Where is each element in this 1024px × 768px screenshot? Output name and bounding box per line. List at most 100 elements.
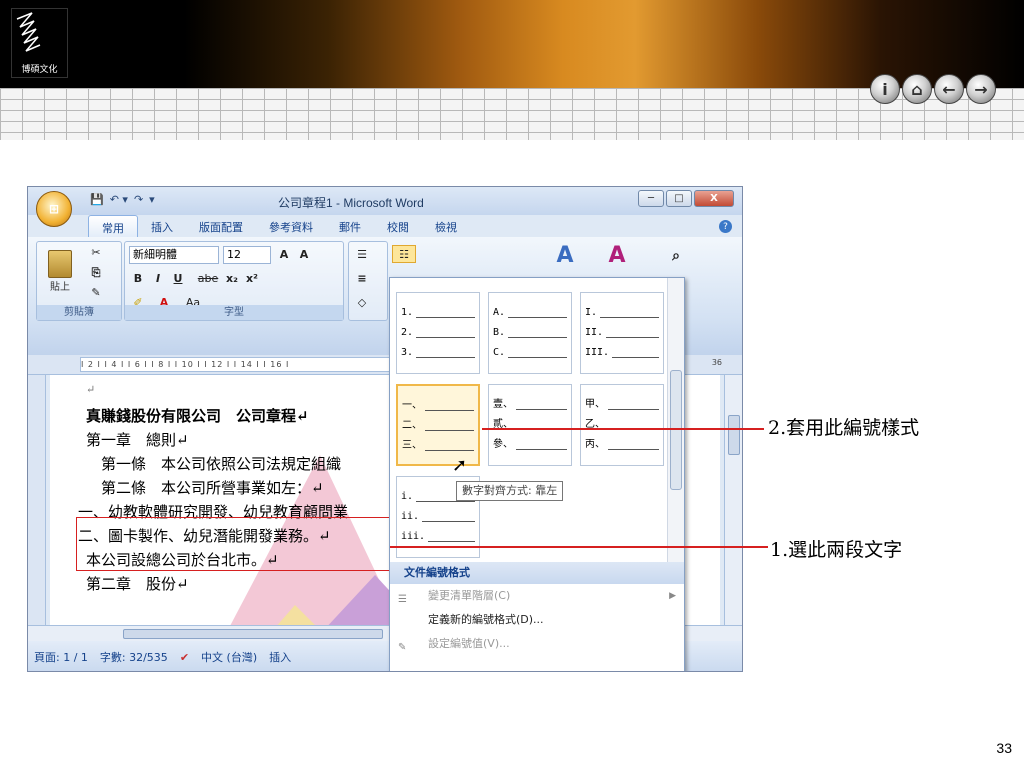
format-row: 甲、 bbox=[585, 399, 605, 410]
menu-change-list-level-label: 變更清單階層(C) bbox=[428, 589, 511, 602]
tab-mailings[interactable]: 郵件 bbox=[326, 215, 374, 237]
home-button[interactable]: ⌂ bbox=[902, 74, 932, 104]
format-painter-icon[interactable]: ✎ bbox=[87, 284, 105, 302]
minimize-button[interactable]: ─ bbox=[638, 190, 664, 207]
tab-insert[interactable]: 插入 bbox=[138, 215, 186, 237]
quick-access-toolbar: 💾 ↶ ▾ ↷ ▾ bbox=[90, 193, 155, 206]
paste-icon bbox=[48, 250, 72, 278]
menu-set-numbering-value-label: 設定編號值(V)... bbox=[428, 637, 510, 650]
menu-set-numbering-value[interactable]: ✎ 設定編號值(V)... bbox=[390, 632, 684, 656]
clipboard-group-label: 剪貼簿 bbox=[37, 305, 121, 320]
format-row: i. bbox=[401, 491, 414, 502]
vertical-ruler bbox=[28, 375, 46, 625]
format-row: 二、 bbox=[402, 420, 422, 431]
superscript-button[interactable]: x² bbox=[243, 270, 261, 288]
doc-title: 真賺錢股份有限公司 公司章程↵ bbox=[86, 407, 309, 425]
tab-references[interactable]: 參考資料 bbox=[256, 215, 326, 237]
align-left-icon[interactable]: ≡ bbox=[353, 270, 371, 288]
italic-button[interactable]: I bbox=[149, 270, 167, 288]
doc-article-2: 第二條 本公司所營事業如左：↵ bbox=[86, 479, 324, 497]
underline-button[interactable]: U bbox=[169, 270, 187, 288]
format-row: 三、 bbox=[402, 440, 422, 451]
numbering-button[interactable]: ☷ bbox=[392, 245, 416, 263]
format-row: B. bbox=[493, 327, 506, 338]
format-row: 2. bbox=[401, 327, 414, 338]
callout-step1: 1.選此兩段文字 bbox=[770, 539, 903, 561]
vertical-scroll-thumb[interactable] bbox=[728, 415, 740, 455]
callout-line-step1 bbox=[390, 546, 768, 548]
proofing-icon[interactable]: ✔ bbox=[180, 651, 189, 664]
paragraph-group-partial: ☰ ≡ ◇ bbox=[348, 241, 388, 321]
tab-review[interactable]: 校閱 bbox=[374, 215, 422, 237]
numbering-tooltip: 數字對齊方式: 靠左 bbox=[456, 481, 564, 501]
ruler-ticks: I 2 I I 4 I I 6 I I 8 I I 10 I I 12 I I … bbox=[80, 357, 410, 372]
title-bar: 💾 ↶ ▾ ↷ ▾ 公司章程1 - Microsoft Word ─ □ X bbox=[28, 187, 742, 215]
grow-font-button[interactable]: A bbox=[275, 246, 293, 264]
numbering-format-chinese-formal[interactable]: 壹、 貳、 參、 bbox=[488, 384, 572, 466]
format-row: 丙、 bbox=[585, 439, 605, 450]
format-row: 1. bbox=[401, 307, 414, 318]
horizontal-scroll-thumb[interactable] bbox=[123, 629, 383, 639]
format-row: 參、 bbox=[493, 439, 513, 450]
shading-icon[interactable]: ◇ bbox=[353, 294, 371, 312]
help-icon[interactable]: ? bbox=[719, 220, 732, 233]
copy-icon[interactable]: ⎘ bbox=[87, 264, 105, 282]
document-numbering-formats-header: 文件編號格式 bbox=[390, 562, 684, 584]
menu-define-new-format[interactable]: 定義新的編號格式(D)... bbox=[390, 608, 684, 632]
back-button[interactable]: ← bbox=[934, 74, 964, 104]
menu-define-new-format-label: 定義新的編號格式(D)... bbox=[428, 613, 544, 626]
font-size-select[interactable]: 12 bbox=[223, 246, 271, 264]
numbering-format-chinese[interactable]: 一、 二、 三、 bbox=[396, 384, 480, 466]
maximize-button[interactable]: □ bbox=[666, 190, 692, 207]
tab-page-layout[interactable]: 版面配置 bbox=[186, 215, 256, 237]
menu-change-list-level[interactable]: ☰ 變更清單階層(C) ▶ bbox=[390, 584, 684, 608]
format-row: 貳、 bbox=[493, 419, 513, 430]
save-icon[interactable]: 💾 bbox=[90, 193, 104, 206]
change-styles-icon[interactable]: A bbox=[602, 245, 632, 275]
window-controls: ─ □ X bbox=[638, 190, 734, 207]
doc-chapter-1: 第一章 總則↵ bbox=[86, 431, 189, 449]
clipboard-group: 貼上 ✂ ⎘ ✎ 剪貼簿 bbox=[36, 241, 122, 321]
numbering-format-roman[interactable]: I. II. III. bbox=[580, 292, 664, 374]
status-words[interactable]: 字數: 32/535 bbox=[100, 649, 168, 665]
format-row: C. bbox=[493, 347, 506, 358]
strikethrough-button[interactable]: abe bbox=[195, 270, 221, 288]
redo-icon[interactable]: ↷ bbox=[134, 193, 143, 206]
font-group: 新細明體 12 A A B I U abe x₂ x² ✐ A Aa 字型 bbox=[124, 241, 344, 321]
publisher-logo: 博碩文化 bbox=[11, 8, 68, 78]
subscript-button[interactable]: x₂ bbox=[223, 270, 241, 288]
mouse-cursor-icon: ➚ bbox=[452, 455, 468, 476]
format-row: 3. bbox=[401, 347, 414, 358]
forward-button[interactable]: → bbox=[966, 74, 996, 104]
vertical-scrollbar[interactable] bbox=[724, 375, 742, 625]
undo-icon[interactable]: ↶ ▾ bbox=[110, 193, 128, 206]
logo-text: 博碩文化 bbox=[21, 65, 58, 75]
status-mode[interactable]: 插入 bbox=[269, 649, 291, 665]
numbering-format-arabic[interactable]: 1. 2. 3. bbox=[396, 292, 480, 374]
styles-icon[interactable]: A bbox=[550, 245, 580, 275]
bold-button[interactable]: B bbox=[129, 270, 147, 288]
numbering-format-heavenly-stems[interactable]: 甲、 乙、 丙、 bbox=[580, 384, 664, 466]
status-language[interactable]: 中文 (台灣) bbox=[201, 649, 257, 665]
ruler-end: 36 bbox=[711, 358, 722, 367]
paste-button[interactable]: 貼上 bbox=[45, 250, 75, 298]
info-button[interactable]: i bbox=[870, 74, 900, 104]
font-name-select[interactable]: 新細明體 bbox=[129, 246, 219, 264]
bullets-icon[interactable]: ☰ bbox=[353, 246, 371, 264]
format-row: ii. bbox=[401, 511, 420, 522]
tab-home[interactable]: 常用 bbox=[88, 215, 138, 237]
find-icon[interactable]: ⌕ bbox=[664, 247, 688, 275]
close-button[interactable]: X bbox=[694, 190, 734, 207]
format-row: 一、 bbox=[402, 400, 422, 411]
numbering-format-alpha[interactable]: A. B. C. bbox=[488, 292, 572, 374]
shrink-font-button[interactable]: A bbox=[295, 246, 313, 264]
tab-view[interactable]: 檢視 bbox=[422, 215, 470, 237]
numbering-library-dropdown: 1. 2. 3. A. B. C. I. II. III. 一、 二、 三、 壹… bbox=[389, 277, 685, 671]
dropdown-scroll-thumb[interactable] bbox=[670, 370, 682, 490]
customize-qat-icon[interactable]: ▾ bbox=[149, 193, 155, 206]
cut-icon[interactable]: ✂ bbox=[87, 244, 105, 262]
status-page[interactable]: 頁面: 1 / 1 bbox=[34, 649, 88, 665]
format-row: II. bbox=[585, 327, 604, 338]
callout-line-step2 bbox=[482, 428, 764, 430]
font-group-label: 字型 bbox=[125, 305, 343, 320]
